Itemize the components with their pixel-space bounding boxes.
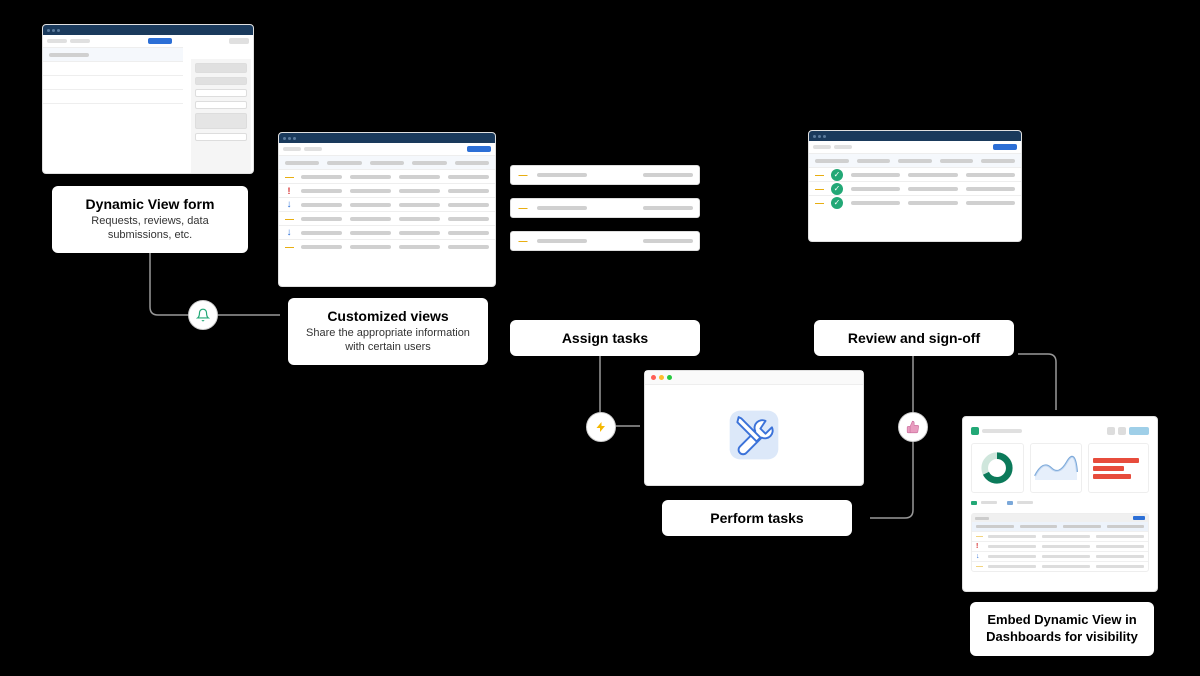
views-window-mock: — ! ↓ — ↓ — [278,132,496,287]
review-title: Review and sign-off [830,330,998,346]
perform-window-mock [644,370,864,486]
assign-title: Assign tasks [526,330,684,346]
form-label: Dynamic View form Requests, reviews, dat… [52,186,248,253]
task-item-1: — [510,165,700,185]
form-window-mock [42,24,254,174]
review-window-mock: —✓ —✓ —✓ [808,130,1022,242]
bell-icon [188,300,218,330]
task-item-2: — [510,198,700,218]
views-label: Customized views Share the appropriate i… [288,298,488,365]
form-title: Dynamic View form [68,196,232,212]
embed-title: Embed Dynamic View in Dashboards for vis… [986,612,1138,646]
tools-icon [722,403,786,467]
embed-label: Embed Dynamic View in Dashboards for vis… [970,602,1154,656]
review-label: Review and sign-off [814,320,1014,356]
thumb-icon [898,412,928,442]
form-subtitle: Requests, reviews, data submissions, etc… [68,214,232,243]
assign-label: Assign tasks [510,320,700,356]
perform-label: Perform tasks [662,500,852,536]
views-subtitle: Share the appropriate information with c… [304,326,472,355]
task-item-3: — [510,231,700,251]
dashboard-mock: — ! ↓ — [962,416,1158,592]
bolt-icon [586,412,616,442]
perform-title: Perform tasks [678,510,836,526]
views-title: Customized views [304,308,472,324]
